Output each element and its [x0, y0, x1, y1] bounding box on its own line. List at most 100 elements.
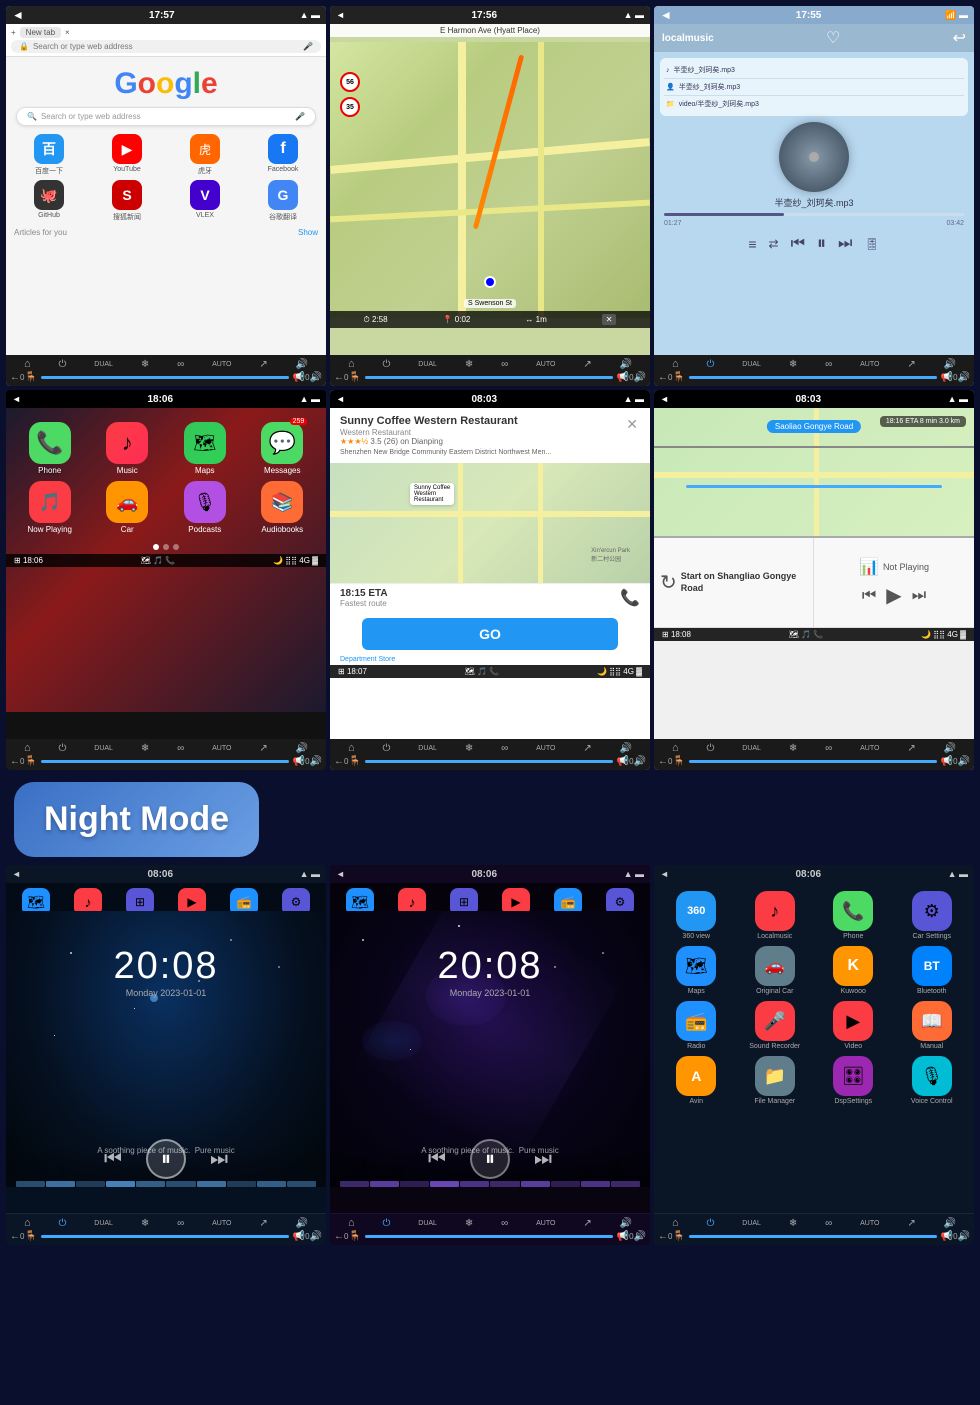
- prev-night-1[interactable]: ⏮: [104, 1148, 122, 1171]
- back-arrow-8[interactable]: ◄: [336, 869, 345, 879]
- back-arrow-4[interactable]: ◄: [12, 394, 21, 404]
- back-music-icon[interactable]: ↩: [953, 28, 966, 48]
- shuffle-btn[interactable]: ⇄: [769, 237, 779, 251]
- vol-4[interactable]: 🔊: [296, 743, 308, 754]
- cp-app-podcasts[interactable]: 🎙 Podcasts: [169, 481, 241, 534]
- app-bluetooth[interactable]: BT Bluetooth: [896, 946, 969, 995]
- back-5[interactable]: ←: [334, 756, 344, 767]
- home-btn-7[interactable]: ⌂: [24, 1217, 31, 1229]
- home-btn-1[interactable]: ⌂: [24, 358, 31, 370]
- phone-icon[interactable]: 📞: [620, 588, 640, 608]
- power-btn-3[interactable]: ⏻: [706, 359, 714, 370]
- app-360[interactable]: 360 360 view: [660, 891, 733, 940]
- app-dspsettings[interactable]: 🎛 DspSettings: [817, 1056, 890, 1105]
- app-maps[interactable]: 🗺 Maps: [660, 946, 733, 995]
- cp-app-maps[interactable]: 🗺 Maps: [169, 422, 241, 475]
- vol-3[interactable]: 🔊: [944, 359, 956, 370]
- app-carsettings[interactable]: ⚙ Car Settings: [896, 891, 969, 940]
- power-btn-2[interactable]: ⏻: [382, 359, 390, 370]
- power-btn-7[interactable]: ⏻: [58, 1218, 66, 1229]
- eq-btn[interactable]: 🎚: [864, 237, 879, 251]
- app-kuwooo[interactable]: K Kuwooo: [817, 946, 890, 995]
- cp-app-car[interactable]: 🚗 Car: [92, 481, 164, 534]
- vol-5[interactable]: 🔊: [620, 743, 632, 754]
- volume2-icon-1[interactable]: 🔊: [310, 372, 322, 383]
- power-btn-4[interactable]: ⏻: [58, 743, 66, 754]
- app-video[interactable]: ▶ Video: [817, 1001, 890, 1050]
- show-link[interactable]: Show: [298, 228, 318, 237]
- back-arrow-3[interactable]: ◄: [660, 8, 672, 22]
- search-box[interactable]: 🔍 Search or type web address 🎤: [16, 107, 316, 126]
- home-btn-3[interactable]: ⌂: [672, 358, 679, 370]
- home-btn-9[interactable]: ⌂: [672, 1217, 679, 1229]
- power-btn-8[interactable]: ⏻: [382, 1218, 390, 1229]
- go-button[interactable]: GO: [362, 618, 618, 650]
- new-tab-icon[interactable]: +: [11, 28, 16, 37]
- back-3[interactable]: ←: [658, 372, 668, 383]
- home-btn-5[interactable]: ⌂: [348, 742, 355, 754]
- next-btn[interactable]: ⏭: [838, 235, 852, 253]
- home-btn-8[interactable]: ⌂: [348, 1217, 355, 1229]
- back-2[interactable]: ←: [334, 372, 344, 383]
- next-night-1[interactable]: ⏭: [210, 1148, 228, 1171]
- app-localmusic[interactable]: ♪ Localmusic: [739, 891, 812, 940]
- prev-btn[interactable]: ⏮: [791, 235, 805, 253]
- power-btn-6[interactable]: ⏻: [706, 743, 714, 754]
- next-split[interactable]: ⏭: [912, 587, 926, 605]
- music-progress-bar[interactable]: [664, 213, 964, 216]
- power-btn-5[interactable]: ⏻: [382, 743, 390, 754]
- play-split[interactable]: ▶: [886, 583, 901, 608]
- bookmark-github[interactable]: 🐙 GitHub: [12, 180, 86, 222]
- app-manual[interactable]: 📖 Manual: [896, 1001, 969, 1050]
- cp-app-nowplaying[interactable]: 🎵 Now Playing: [14, 481, 86, 534]
- back-6[interactable]: ←: [658, 756, 668, 767]
- app-phone[interactable]: 📞 Phone: [817, 891, 890, 940]
- vol-2[interactable]: 🔊: [620, 359, 632, 370]
- mic-icon[interactable]: 🎤: [303, 42, 313, 51]
- cp-app-audiobooks[interactable]: 📚 Audiobooks: [247, 481, 319, 534]
- vol-7[interactable]: 🔊: [296, 1218, 308, 1229]
- cp-app-messages[interactable]: 💬 259 Messages: [247, 422, 319, 475]
- power-btn-1[interactable]: ⏻: [58, 359, 66, 370]
- vol-6[interactable]: 🔊: [944, 743, 956, 754]
- back-arrow-2[interactable]: ◄: [336, 10, 345, 20]
- prev-split[interactable]: ⏮: [862, 587, 876, 605]
- play-night-1[interactable]: ⏸: [146, 1139, 186, 1179]
- voice-search-icon[interactable]: 🎤: [295, 112, 305, 121]
- app-radio[interactable]: 📻 Radio: [660, 1001, 733, 1050]
- back-arrow-1[interactable]: ◄: [12, 8, 24, 22]
- next-night-2[interactable]: ⏭: [534, 1148, 552, 1171]
- prev-night-2[interactable]: ⏮: [428, 1148, 446, 1171]
- app-filemanager[interactable]: 📁 File Manager: [739, 1056, 812, 1105]
- tab-close[interactable]: ×: [65, 28, 70, 37]
- back-arrow-6[interactable]: ◄: [660, 394, 669, 404]
- bookmark-baidu[interactable]: 百 百度一下: [12, 134, 86, 176]
- cp-app-phone[interactable]: 📞 Phone: [14, 422, 86, 475]
- music-item-1[interactable]: ♪半壶纱_刘珂矣.mp3: [664, 62, 964, 79]
- app-soundrecorder[interactable]: 🎤 Sound Recorder: [739, 1001, 812, 1050]
- back-btn-1[interactable]: ←: [10, 372, 20, 383]
- back-7[interactable]: ←: [10, 1231, 20, 1242]
- vol-8[interactable]: 🔊: [620, 1218, 632, 1229]
- cp-app-music[interactable]: ♪ Music: [92, 422, 164, 475]
- playlist-btn[interactable]: ≡: [748, 236, 756, 252]
- music-item-2[interactable]: 👤半壶纱_刘珂矣.mp3: [664, 79, 964, 96]
- vol-9[interactable]: 🔊: [944, 1218, 956, 1229]
- volume-icon-1[interactable]: 🔊: [296, 359, 308, 370]
- close-panel-btn[interactable]: ✕: [624, 414, 640, 435]
- back-8[interactable]: ←: [334, 1231, 344, 1242]
- bookmark-huya[interactable]: 虎 虎牙: [168, 134, 242, 176]
- bookmark-sohu[interactable]: S 搜狐新闻: [90, 180, 164, 222]
- home-btn-6[interactable]: ⌂: [672, 742, 679, 754]
- home-btn-4[interactable]: ⌂: [24, 742, 31, 754]
- home-btn-2[interactable]: ⌂: [348, 358, 355, 370]
- app-voicecontrol[interactable]: 🎙 Voice Control: [896, 1056, 969, 1105]
- app-avin[interactable]: A Avin: [660, 1056, 733, 1105]
- tab-label[interactable]: New tab: [20, 27, 61, 38]
- back-arrow-5[interactable]: ◄: [336, 394, 345, 404]
- back-arrow-7[interactable]: ◄: [12, 869, 21, 879]
- pause-btn[interactable]: ⏸: [817, 233, 826, 254]
- url-bar[interactable]: 🔒 Search or type web address 🎤: [11, 40, 321, 53]
- play-night-2[interactable]: ⏸: [470, 1139, 510, 1179]
- power-btn-9[interactable]: ⏻: [706, 1218, 714, 1229]
